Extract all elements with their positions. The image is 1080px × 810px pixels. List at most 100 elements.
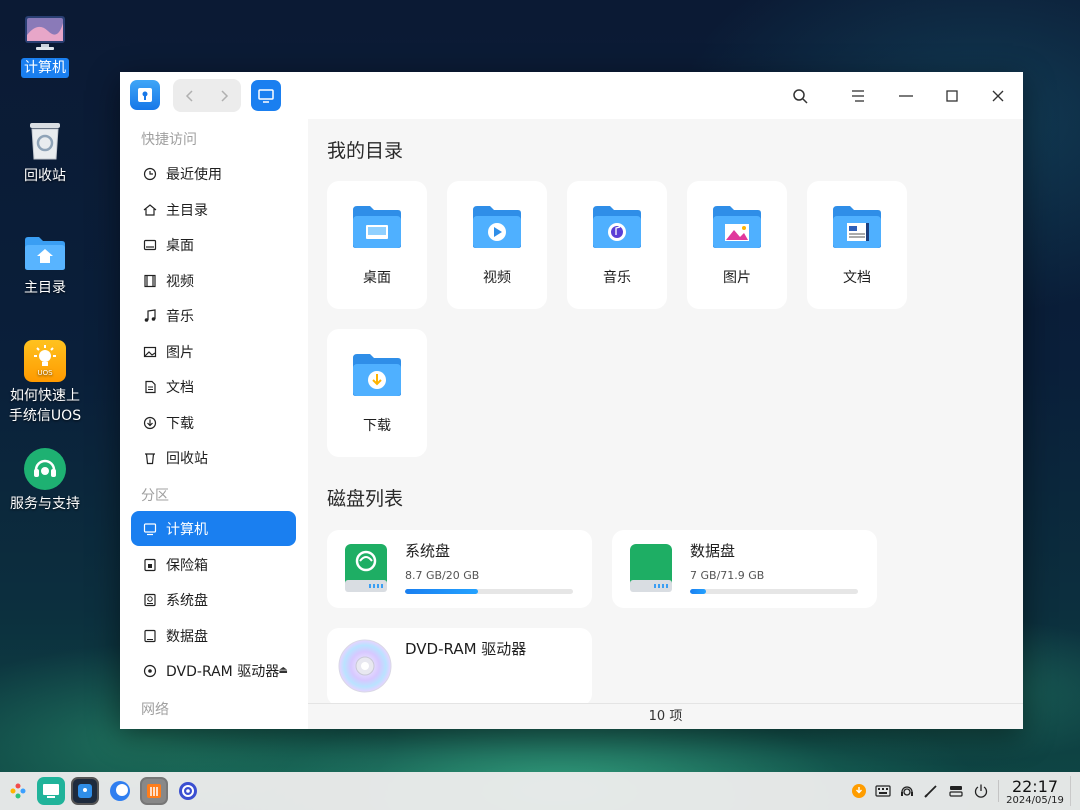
disk-size: 8.7 GB/20 GB [405, 569, 480, 582]
menu-button[interactable] [835, 72, 881, 119]
system-disk-icon [141, 591, 159, 609]
sidebar-item-recent[interactable]: 最近使用 [131, 156, 296, 191]
taskbar [0, 772, 1080, 810]
my-directories-title: 我的目录 [327, 140, 404, 162]
dir-label: 文档 [843, 270, 871, 286]
maximize-button[interactable] [929, 72, 975, 119]
sidebar-item-system-disk[interactable]: 系统盘 [131, 582, 296, 617]
taskbar-end-edge[interactable] [1070, 776, 1071, 806]
sidebar-item-label: 视频 [166, 273, 194, 290]
sidebar-item-trash[interactable]: 回收站 [131, 440, 296, 475]
minimize-button[interactable] [883, 72, 929, 119]
forward-button[interactable] [207, 79, 241, 112]
disk-size: 7 GB/71.9 GB [690, 569, 765, 582]
home-folder-icon [24, 232, 66, 274]
minimize-icon [899, 94, 913, 97]
music-folder-icon [593, 206, 641, 248]
clock-time[interactable]: 22:17 [1010, 777, 1060, 796]
disk-name: DVD-RAM 驱动器 [405, 640, 527, 658]
sidebar: 快捷访问 最近使用 主目录 桌面 视频 音乐 图片 文档 下载 回收站 分区 计… [120, 119, 308, 729]
desktop-icon-label: 计算机 [21, 58, 69, 78]
keyboard-tray-icon[interactable] [874, 782, 892, 800]
desktop-icon-computer[interactable]: 计算机 [0, 12, 90, 78]
file-manager-logo-icon [130, 80, 160, 110]
search-button[interactable] [777, 72, 823, 119]
download-icon [141, 414, 159, 432]
disk-usage-bar [405, 589, 573, 594]
sidebar-item-downloads[interactable]: 下载 [131, 405, 296, 440]
desktop-icon-support[interactable]: 服务与支持 [0, 448, 90, 514]
desktop-icon-trash[interactable]: 回收站 [0, 120, 90, 186]
sidebar-item-documents[interactable]: 文档 [131, 369, 296, 404]
app-store-icon [147, 784, 161, 798]
sidebar-item-vault[interactable]: 保险箱 [131, 547, 296, 582]
data-drive-icon [630, 544, 672, 592]
videos-folder-icon [473, 206, 521, 248]
clock-date[interactable]: 2024/05/19 [1006, 795, 1064, 806]
optical-disc-icon [338, 639, 392, 693]
sidebar-item-label: 文档 [166, 379, 194, 396]
dir-card-videos[interactable]: 视频 [447, 181, 547, 309]
dir-card-documents[interactable]: 文档 [807, 181, 907, 309]
network-header: 网络 [141, 702, 169, 718]
headset-support-icon [24, 448, 66, 490]
desktop-icon-uos-guide[interactable]: UOS 如何快速上 手统信UOS [0, 340, 90, 426]
dir-card-desktop[interactable]: 桌面 [327, 181, 427, 309]
sidebar-item-dvd[interactable]: DVD-RAM 驱动器 ⏏ [131, 653, 296, 688]
taskbar-app-store[interactable] [140, 777, 168, 805]
lightbulb-icon: UOS [24, 340, 66, 382]
file-manager-window: 快捷访问 最近使用 主目录 桌面 视频 音乐 图片 文档 下载 回收站 分区 计… [120, 72, 1023, 729]
assistant-tray-icon[interactable] [898, 782, 916, 800]
dir-card-pictures[interactable]: 图片 [687, 181, 787, 309]
launcher-button[interactable] [4, 777, 32, 805]
update-tray-icon[interactable] [850, 782, 868, 800]
eject-icon[interactable]: ⏏ [279, 665, 288, 676]
sidebar-item-data-disk[interactable]: 数据盘 [131, 618, 296, 653]
sidebar-item-home[interactable]: 主目录 [131, 192, 296, 227]
desktop-icon-home[interactable]: 主目录 [0, 232, 90, 298]
taskbar-app-desktop[interactable] [37, 777, 65, 805]
disk-usage-fill [405, 589, 479, 594]
sidebar-item-music[interactable]: 音乐 [131, 298, 296, 333]
chevron-left-icon [185, 89, 193, 102]
sidebar-item-label: 回收站 [166, 450, 208, 467]
disk-card-data[interactable]: 数据盘 7 GB/71.9 GB [612, 530, 877, 608]
launcher-icon [10, 783, 26, 799]
pictures-folder-icon [713, 206, 761, 248]
quick-access-header: 快捷访问 [141, 132, 197, 148]
main-content: 我的目录 桌面 视频 音乐 图片 文档 下载 磁盘列表 系统盘 8.7 GB/2… [308, 119, 1023, 729]
disk-card-dvd[interactable]: DVD-RAM 驱动器 [327, 628, 592, 706]
dir-card-downloads[interactable]: 下载 [327, 329, 427, 457]
taskbar-app-settings[interactable] [174, 777, 202, 805]
taskbar-app-browser[interactable] [106, 777, 134, 805]
desktop-icon-label: 主目录 [24, 280, 66, 296]
sidebar-item-label: 计算机 [166, 521, 208, 538]
computer-icon [141, 520, 159, 538]
documents-folder-icon [833, 206, 881, 248]
downloads-folder-icon [353, 354, 401, 396]
image-icon [141, 343, 159, 361]
clock-icon [141, 165, 159, 183]
trash-icon [141, 449, 159, 467]
close-button[interactable] [975, 72, 1021, 119]
sidebar-item-label: 图片 [166, 344, 194, 361]
computer-view-button[interactable] [251, 80, 281, 111]
navigation-group [173, 79, 241, 112]
dir-card-music[interactable]: 音乐 [567, 181, 667, 309]
network-tray-icon[interactable] [947, 782, 965, 800]
taskbar-app-file-manager[interactable] [71, 777, 99, 805]
sidebar-item-computer[interactable]: 计算机 [131, 511, 296, 546]
disk-card-system[interactable]: 系统盘 8.7 GB/20 GB [327, 530, 592, 608]
dir-label: 桌面 [363, 270, 391, 286]
pen-tray-icon[interactable] [922, 782, 940, 800]
sidebar-item-desktop[interactable]: 桌面 [131, 227, 296, 262]
sidebar-item-videos[interactable]: 视频 [131, 263, 296, 298]
disk-list-title: 磁盘列表 [327, 488, 404, 510]
home-icon [141, 201, 159, 219]
sidebar-item-pictures[interactable]: 图片 [131, 334, 296, 369]
back-button[interactable] [173, 79, 207, 112]
sidebar-item-label: 数据盘 [166, 628, 208, 645]
disk-name: 数据盘 [690, 542, 736, 560]
power-tray-icon[interactable] [972, 782, 990, 800]
tray-divider [998, 780, 999, 802]
